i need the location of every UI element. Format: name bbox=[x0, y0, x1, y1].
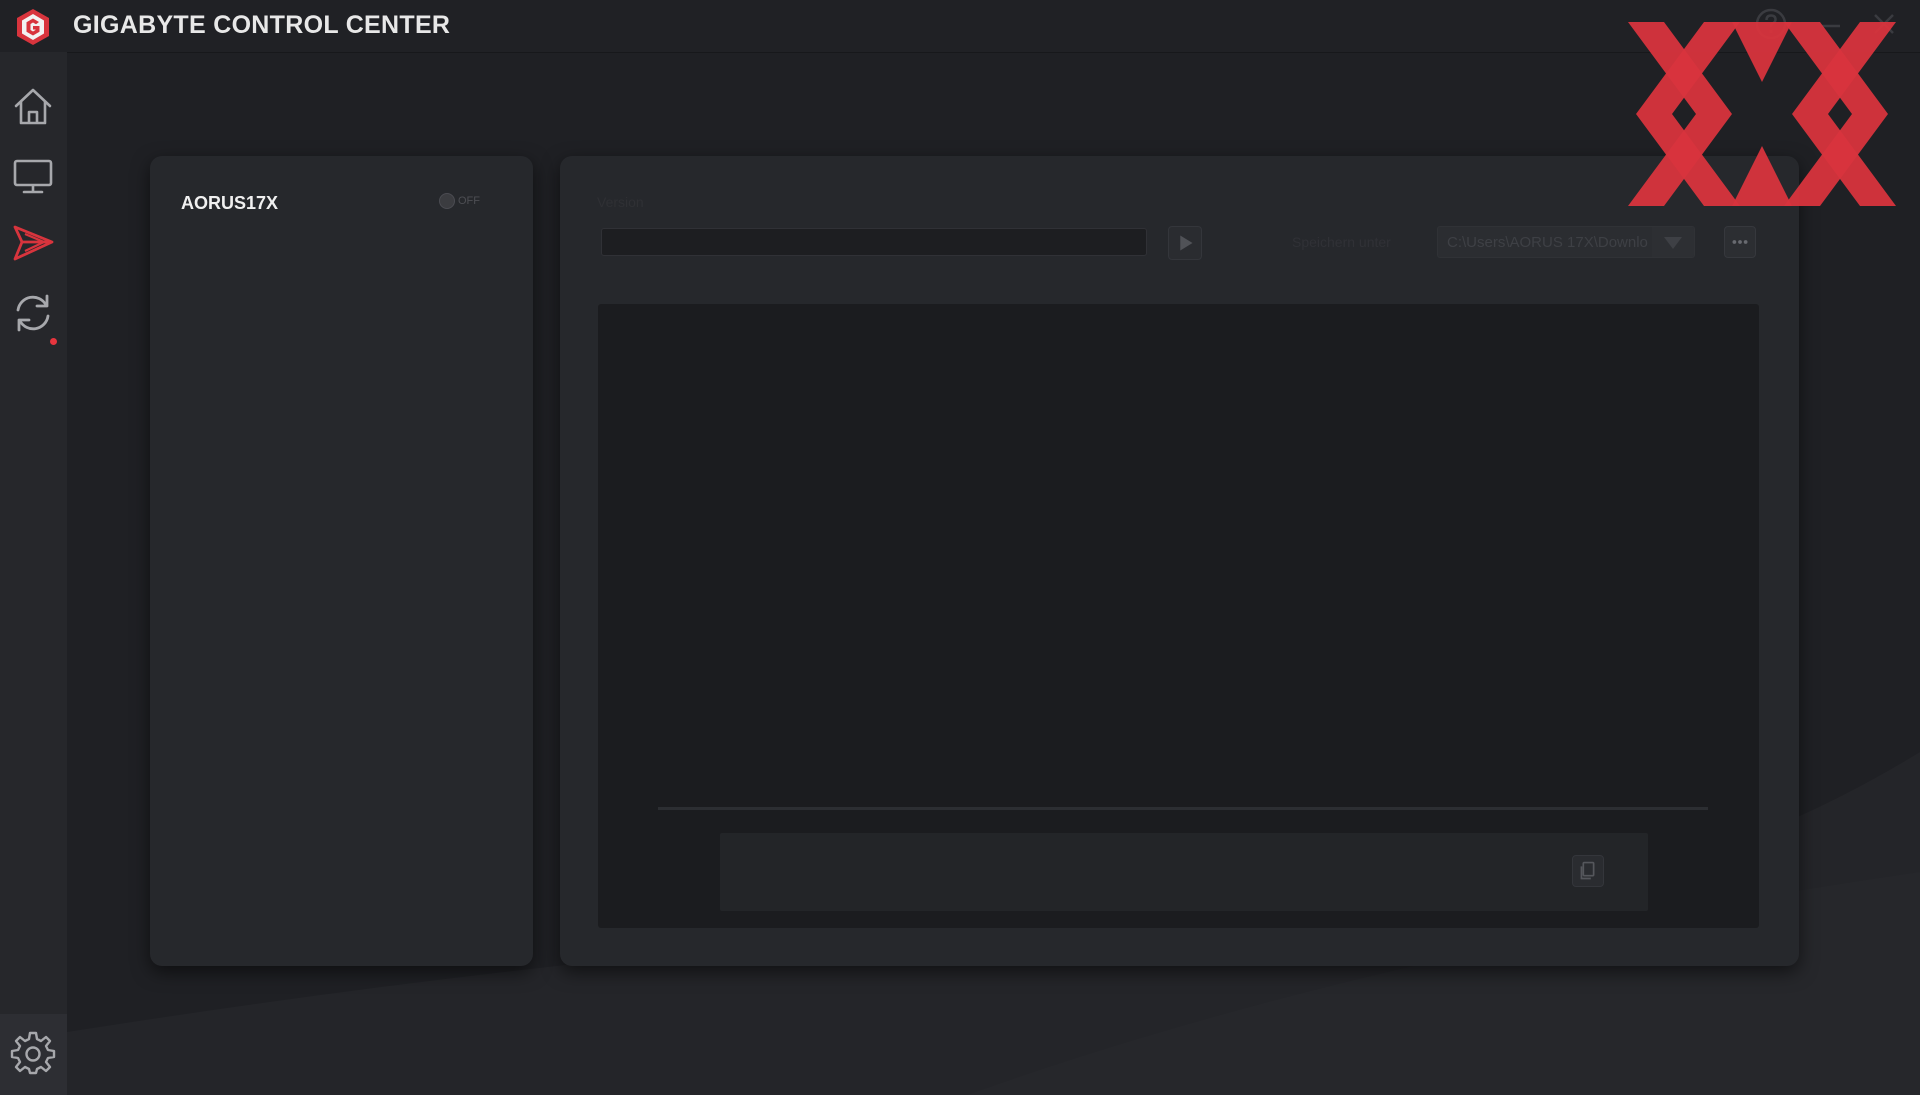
device-name: AORUS17X bbox=[181, 193, 279, 213]
copy-icon[interactable] bbox=[1572, 855, 1604, 887]
device-panel: AORUS17X OFF bbox=[150, 156, 533, 966]
chevron-down-icon[interactable] bbox=[1652, 227, 1694, 257]
toggle-label: OFF bbox=[458, 195, 480, 207]
gear-icon[interactable] bbox=[10, 1029, 56, 1075]
save-path-value: C:\Users\AORUS 17X\Downlo bbox=[1447, 234, 1648, 251]
version-input[interactable] bbox=[601, 228, 1147, 256]
toggle-knob bbox=[439, 193, 455, 209]
device-power-toggle[interactable]: OFF bbox=[439, 192, 480, 210]
paper-plane-icon[interactable] bbox=[10, 220, 56, 266]
watermark-logo bbox=[1628, 22, 1896, 206]
sidebar-nav bbox=[0, 52, 67, 1095]
save-path-select[interactable]: C:\Users\AORUS 17X\Downlo bbox=[1437, 226, 1695, 258]
more-options-button[interactable] bbox=[1724, 226, 1756, 258]
main-panel: Version Speichern unter C:\Users\AORUS 1… bbox=[560, 156, 1799, 966]
monitor-icon[interactable] bbox=[10, 152, 56, 198]
version-label: Version bbox=[597, 194, 644, 210]
save-location-label: Speichern unter bbox=[1292, 234, 1391, 250]
gigabyte-logo-icon bbox=[17, 9, 49, 45]
content-divider bbox=[658, 807, 1708, 810]
play-button[interactable] bbox=[1168, 226, 1202, 260]
home-icon[interactable] bbox=[10, 84, 56, 130]
refresh-icon[interactable] bbox=[10, 290, 56, 336]
update-badge bbox=[50, 338, 57, 345]
app-title: GIGABYTE CONTROL CENTER bbox=[73, 11, 451, 39]
content-area bbox=[598, 304, 1759, 928]
output-box bbox=[720, 833, 1648, 911]
